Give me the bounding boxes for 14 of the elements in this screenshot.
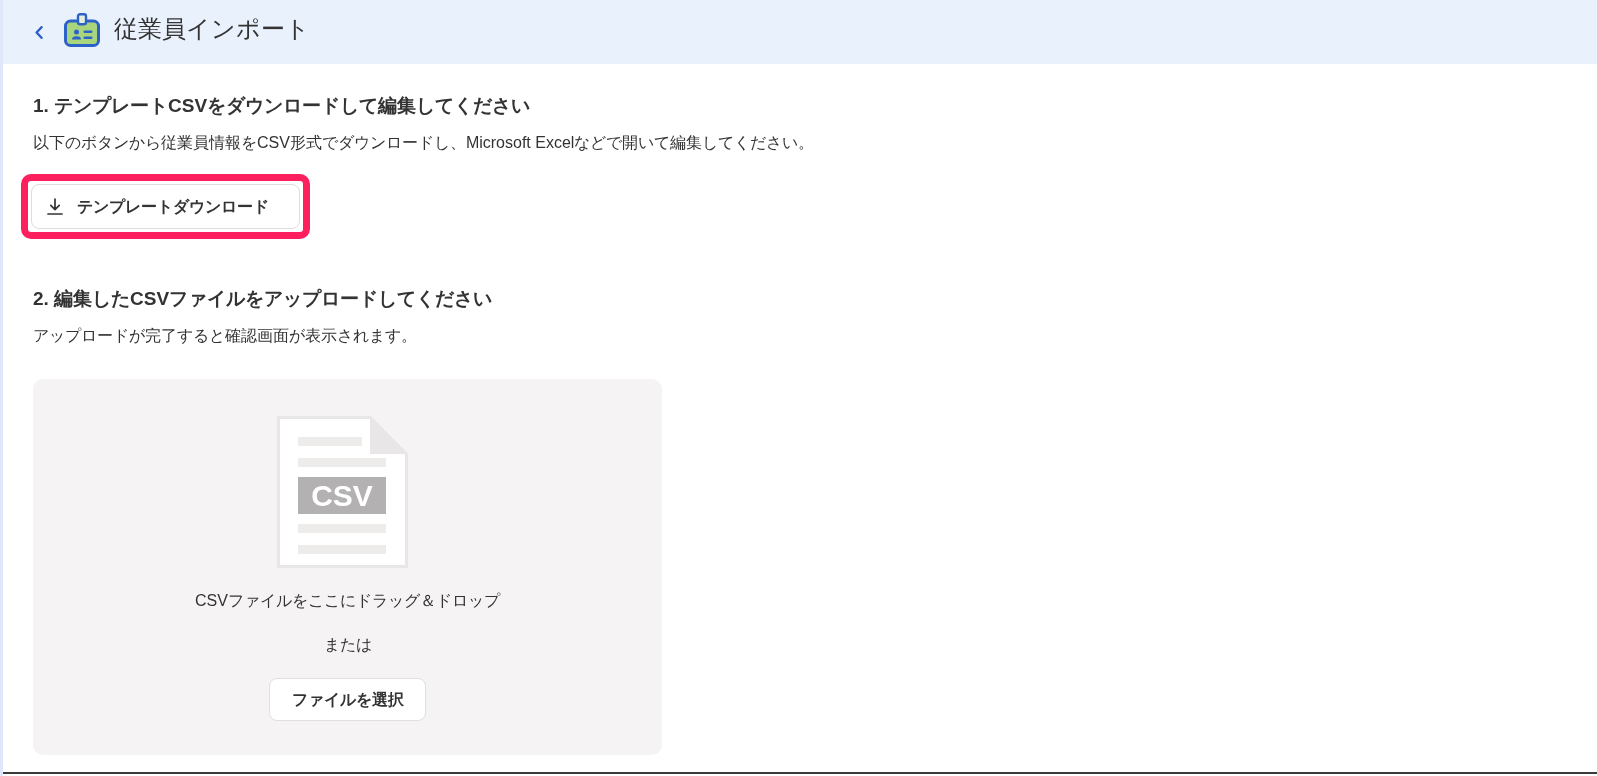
download-icon: [47, 198, 63, 215]
separator-text: または: [323, 635, 372, 655]
step-description: 以下のボタンから従業員情報をCSV形式でダウンロードし、Microsoft Excelなどで開いて編集してください。: [33, 133, 815, 153]
download-button[interactable]: テンプレートダウンロード: [31, 184, 300, 229]
drop-zone[interactable]: CSV CSVファイルをここにドラッグ＆ドロップ または ファイルを選択: [33, 379, 662, 755]
step-description: アップロードが完了すると確認画面が表示されます。: [33, 326, 417, 346]
select-file-button[interactable]: ファイルを選択: [269, 678, 426, 721]
step-heading: 1. テンプレートCSVをダウンロードして編集してください: [33, 94, 531, 118]
drop-prompt: CSVファイルをここにドラッグ＆ドロップ: [195, 591, 500, 611]
chevron-left-icon: [35, 25, 43, 39]
step-heading: 2. 編集したCSVファイルをアップロードしてください: [33, 287, 493, 311]
file-type-label: CSV: [298, 477, 386, 514]
page-title: 従業員インポート: [114, 14, 310, 44]
id-badge-icon: [64, 13, 100, 47]
